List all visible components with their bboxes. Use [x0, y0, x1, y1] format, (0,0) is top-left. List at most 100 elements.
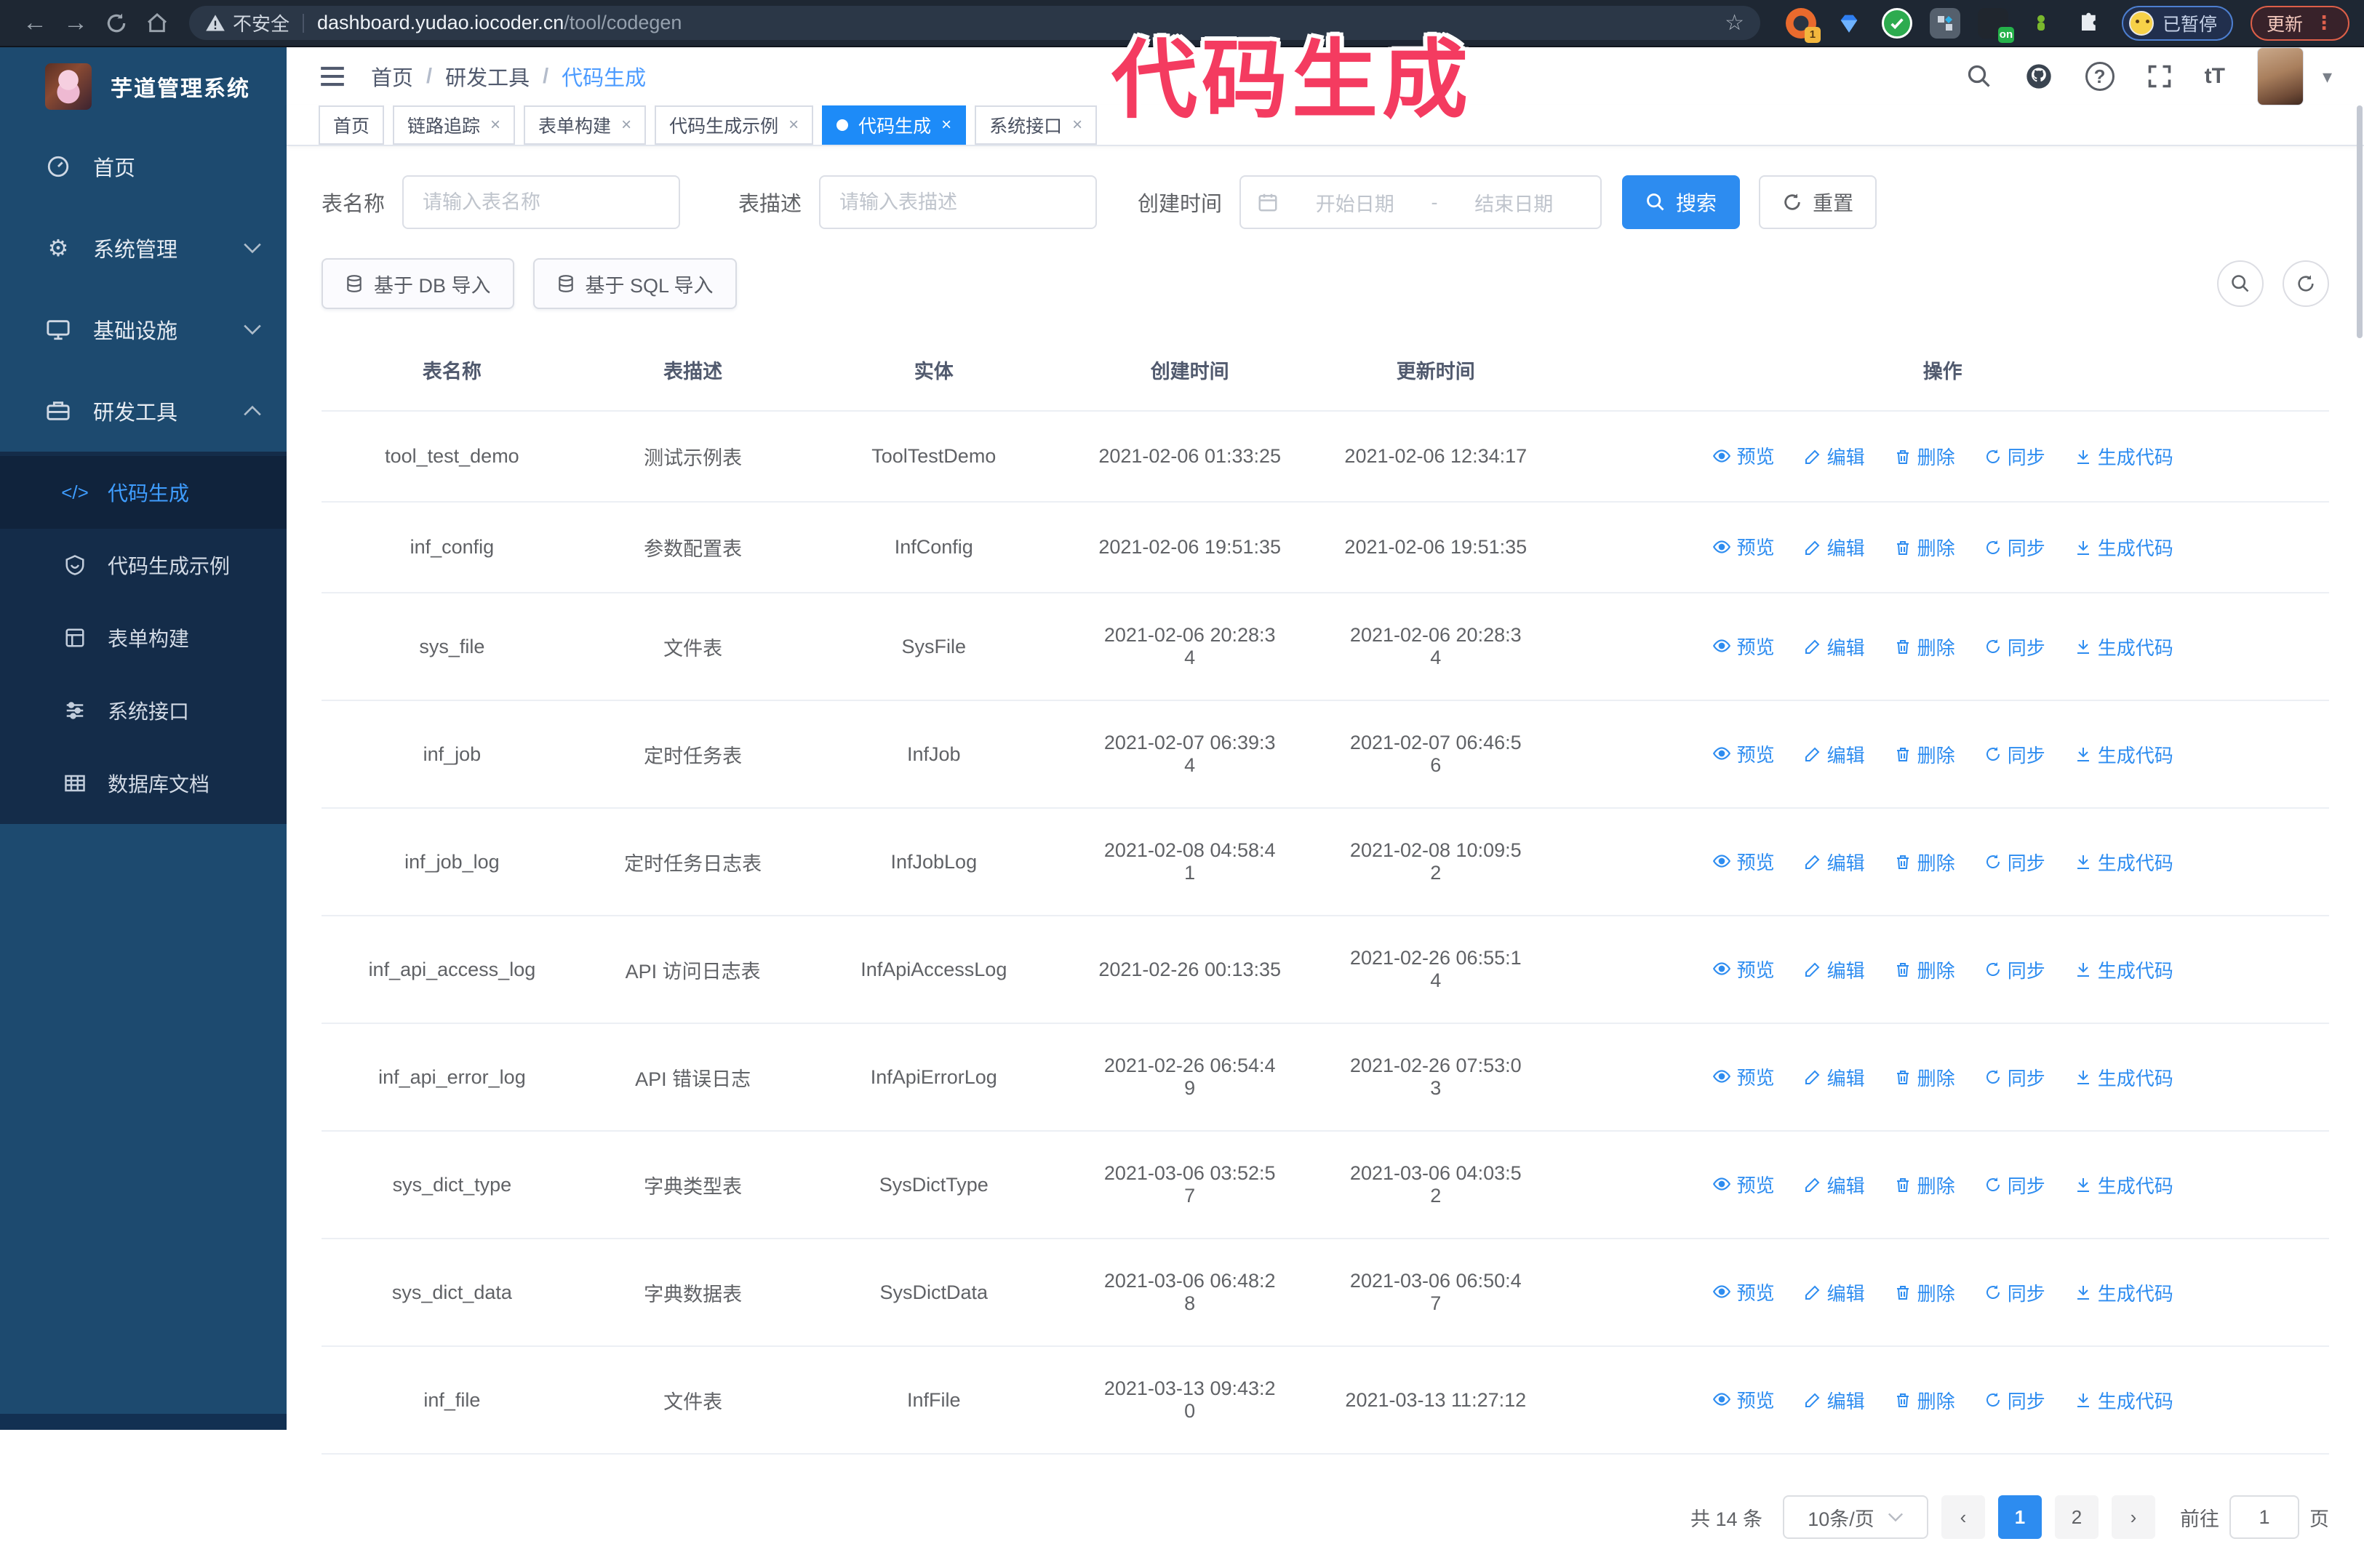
goto-page-input[interactable] [2229, 1495, 2299, 1539]
sync-link[interactable]: 同步 [1984, 443, 2045, 470]
sync-link[interactable]: 同步 [1984, 633, 2045, 660]
close-icon[interactable]: × [1072, 115, 1082, 135]
sidebar-item-devtools[interactable]: 研发工具 [0, 370, 287, 452]
generate-code-link[interactable]: 生成代码 [2075, 741, 2173, 768]
fullscreen-icon[interactable] [2147, 63, 2173, 89]
page-size-select[interactable]: 10条/页 [1783, 1495, 1928, 1539]
preview-link[interactable]: 预览 [1712, 1063, 1775, 1090]
sync-link[interactable]: 同步 [1984, 1387, 2045, 1414]
generate-code-link[interactable]: 生成代码 [2075, 1279, 2173, 1306]
tab-codegen[interactable]: 代码生成 × [822, 105, 967, 145]
edit-link[interactable]: 编辑 [1804, 1172, 1865, 1199]
sidebar-item-form-builder[interactable]: 表单构建 [0, 601, 287, 674]
sidebar-item-db-doc[interactable]: 数据库文档 [0, 747, 287, 820]
generate-code-link[interactable]: 生成代码 [2075, 956, 2173, 983]
sync-link[interactable]: 同步 [1984, 956, 2045, 983]
preview-link[interactable]: 预览 [1712, 1386, 1775, 1413]
header-search-icon[interactable] [1966, 63, 1992, 89]
delete-link[interactable]: 删除 [1894, 443, 1955, 470]
delete-link[interactable]: 删除 [1894, 633, 1955, 660]
preview-link[interactable]: 预览 [1712, 740, 1775, 767]
generate-code-link[interactable]: 生成代码 [2075, 1387, 2173, 1414]
tab-tracing[interactable]: 链路追踪 × [393, 105, 516, 145]
extension-icon-orange[interactable]: 1 [1785, 7, 1821, 43]
sync-link[interactable]: 同步 [1984, 1279, 2045, 1306]
toggle-search-button[interactable] [2217, 260, 2264, 307]
avatar-caret-icon[interactable]: ▾ [2323, 65, 2332, 88]
close-icon[interactable]: × [941, 115, 951, 135]
generate-code-link[interactable]: 生成代码 [2075, 1172, 2173, 1199]
edit-link[interactable]: 编辑 [1804, 534, 1865, 561]
edit-link[interactable]: 编辑 [1804, 443, 1865, 470]
generate-code-link[interactable]: 生成代码 [2075, 534, 2173, 561]
delete-link[interactable]: 删除 [1894, 1387, 1955, 1414]
forward-icon[interactable]: → [55, 3, 96, 44]
edit-link[interactable]: 编辑 [1804, 1279, 1865, 1306]
edit-link[interactable]: 编辑 [1804, 956, 1865, 983]
sync-link[interactable]: 同步 [1984, 1172, 2045, 1199]
tab-home[interactable]: 首页 [319, 105, 385, 145]
delete-link[interactable]: 删除 [1894, 849, 1955, 876]
delete-link[interactable]: 删除 [1894, 1064, 1955, 1091]
edit-link[interactable]: 编辑 [1804, 741, 1865, 768]
sync-link[interactable]: 同步 [1984, 741, 2045, 768]
prev-page-button[interactable]: ‹ [1941, 1495, 1985, 1539]
extension-icon-green-check[interactable] [1881, 7, 1912, 39]
page-button-2[interactable]: 2 [2055, 1495, 2099, 1539]
preview-link[interactable]: 预览 [1712, 533, 1775, 560]
extension-icon-grid[interactable] [1929, 7, 1960, 39]
update-button[interactable]: 更新 ⋮ [2250, 5, 2349, 41]
close-icon[interactable]: × [621, 115, 631, 135]
edit-link[interactable]: 编辑 [1804, 1387, 1865, 1414]
import-sql-button[interactable]: 基于 SQL 导入 [532, 258, 737, 309]
url-bar[interactable]: 不安全 dashboard.yudao.iocoder.cn /tool/cod… [189, 6, 1760, 40]
extension-icon-on-switch[interactable]: on [1977, 7, 2014, 43]
sync-link[interactable]: 同步 [1984, 534, 2045, 561]
preview-link[interactable]: 预览 [1712, 848, 1775, 875]
page-button-1[interactable]: 1 [1998, 1495, 2042, 1539]
sidebar-item-infra[interactable]: 基础设施 [0, 289, 287, 370]
delete-link[interactable]: 删除 [1894, 534, 1955, 561]
delete-link[interactable]: 删除 [1894, 1279, 1955, 1306]
preview-link[interactable]: 预览 [1712, 442, 1775, 469]
github-icon[interactable] [2024, 62, 2053, 91]
sidebar-item-codegen-example[interactable]: 代码生成示例 [0, 529, 287, 601]
kebab-menu-icon[interactable]: ⋮ [2315, 12, 2333, 34]
close-icon[interactable]: × [490, 115, 500, 135]
avatar[interactable] [2256, 47, 2304, 105]
extension-icon-gem[interactable] [1834, 8, 1864, 39]
sidebar-item-home[interactable]: 首页 [0, 126, 287, 207]
sidebar-footer-bar[interactable] [0, 1414, 287, 1430]
sidebar-item-codegen[interactable]: </> 代码生成 [0, 456, 287, 529]
tab-codegen-example[interactable]: 代码生成示例 × [655, 105, 814, 145]
close-icon[interactable]: × [788, 115, 799, 135]
sync-link[interactable]: 同步 [1984, 1064, 2045, 1091]
edit-link[interactable]: 编辑 [1804, 849, 1865, 876]
preview-link[interactable]: 预览 [1712, 956, 1775, 983]
table-desc-input[interactable] [819, 175, 1098, 229]
breadcrumb-devtools[interactable]: 研发工具 [445, 61, 530, 92]
app-logo-row[interactable]: 芋道管理系统 [0, 47, 287, 126]
profile-chip-paused[interactable]: 已暂停 [2121, 5, 2233, 41]
preview-link[interactable]: 预览 [1712, 1279, 1775, 1305]
generate-code-link[interactable]: 生成代码 [2075, 1064, 2173, 1091]
preview-link[interactable]: 预览 [1712, 633, 1775, 660]
generate-code-link[interactable]: 生成代码 [2075, 443, 2173, 470]
sidebar-item-system[interactable]: ⚙ 系统管理 [0, 207, 287, 289]
reload-icon[interactable] [96, 3, 137, 44]
date-range-picker[interactable]: 开始日期 - 结束日期 [1239, 175, 1602, 229]
hamburger-icon[interactable] [319, 65, 346, 88]
delete-link[interactable]: 删除 [1894, 1172, 1955, 1199]
next-page-button[interactable]: › [2112, 1495, 2155, 1539]
help-icon[interactable]: ? [2085, 62, 2115, 91]
tab-api[interactable]: 系统接口 × [975, 105, 1098, 145]
edit-link[interactable]: 编辑 [1804, 1064, 1865, 1091]
extension-icon-robot[interactable] [2026, 8, 2056, 39]
import-db-button[interactable]: 基于 DB 导入 [322, 258, 514, 309]
generate-code-link[interactable]: 生成代码 [2075, 633, 2173, 660]
sidebar-item-api[interactable]: 系统接口 [0, 674, 287, 747]
preview-link[interactable]: 预览 [1712, 1171, 1775, 1198]
bookmark-star-icon[interactable]: ☆ [1725, 10, 1744, 36]
font-size-icon[interactable]: tT [2205, 64, 2225, 89]
search-button[interactable]: 搜索 [1622, 175, 1741, 229]
